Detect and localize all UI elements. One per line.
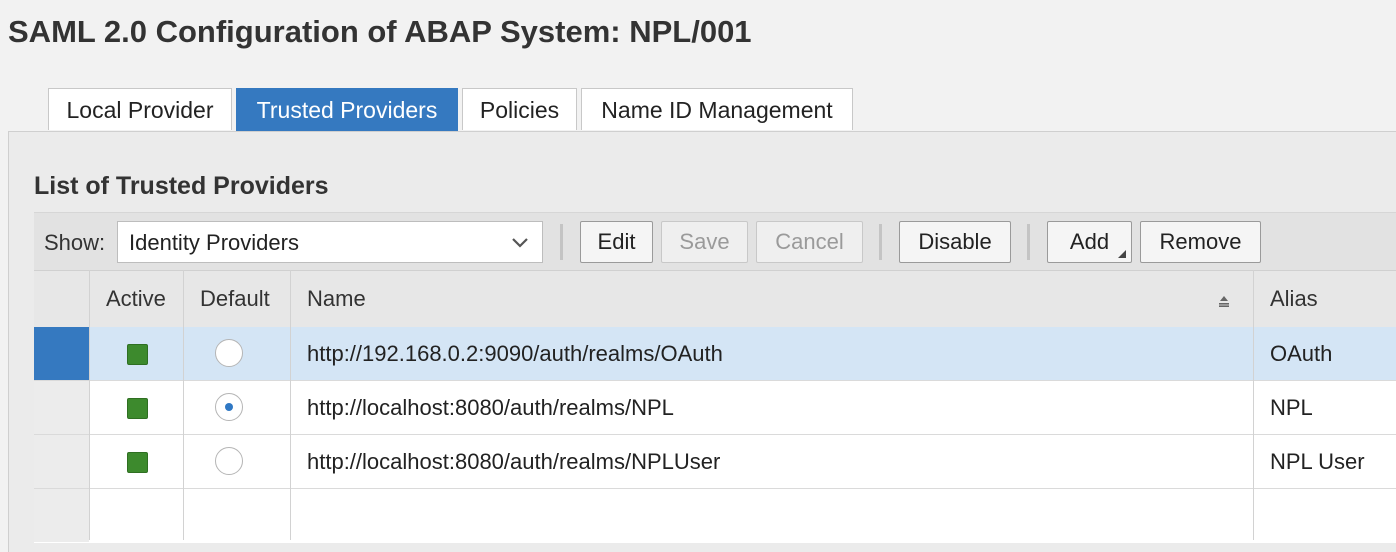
trusted-providers-table: Active Default Name Alias http://192.168…: [34, 270, 1396, 543]
column-divider: [183, 270, 184, 540]
column-divider: [290, 270, 291, 540]
column-divider: [89, 270, 90, 540]
column-header-active[interactable]: Active: [106, 286, 166, 312]
column-header-default[interactable]: Default: [200, 286, 270, 312]
sort-ascending-icon[interactable]: [1218, 295, 1230, 307]
provider-alias: NPL User: [1270, 449, 1365, 474]
tab-trusted-providers[interactable]: Trusted Providers: [236, 88, 458, 132]
toolbar-separator: [879, 224, 882, 260]
page-title: SAML 2.0 Configuration of ABAP System: N…: [8, 14, 752, 49]
tab-name-id-management[interactable]: Name ID Management: [581, 88, 853, 130]
table-row[interactable]: http://192.168.0.2:9090/auth/realms/OAut…: [34, 327, 1396, 381]
row-selector[interactable]: [34, 435, 89, 488]
cancel-button[interactable]: Cancel: [756, 221, 863, 263]
provider-name: http://localhost:8080/auth/realms/NPL: [307, 395, 674, 420]
column-header-name[interactable]: Name: [307, 286, 366, 312]
show-label: Show:: [44, 230, 106, 255]
row-selector: [34, 489, 89, 542]
column-header-alias[interactable]: Alias: [1270, 286, 1318, 312]
add-button-label: Add: [1069, 229, 1110, 254]
section-title: List of Trusted Providers: [34, 172, 329, 200]
tab-local-provider[interactable]: Local Provider: [48, 88, 232, 130]
tab-policies[interactable]: Policies: [462, 88, 577, 130]
active-status-indicator: [127, 344, 148, 365]
default-radio[interactable]: [215, 393, 243, 421]
show-select[interactable]: Identity Providers: [117, 221, 543, 263]
table-row-empty: [34, 489, 1396, 543]
default-radio[interactable]: [215, 447, 243, 475]
provider-alias: OAuth: [1270, 341, 1333, 366]
provider-name: http://localhost:8080/auth/realms/NPLUse…: [307, 449, 721, 474]
column-divider: [1253, 270, 1254, 540]
table-row[interactable]: http://localhost:8080/auth/realms/NPL NP…: [34, 381, 1396, 435]
show-select-value: Identity Providers: [129, 230, 299, 255]
chevron-down-icon: [512, 238, 528, 248]
remove-button[interactable]: Remove: [1140, 221, 1261, 263]
table-row[interactable]: http://localhost:8080/auth/realms/NPLUse…: [34, 435, 1396, 489]
save-button[interactable]: Save: [661, 221, 748, 263]
edit-button[interactable]: Edit: [580, 221, 653, 263]
default-radio[interactable]: [215, 339, 243, 367]
toolbar-separator: [1027, 224, 1030, 260]
dropdown-triangle-icon: [1118, 250, 1126, 258]
table-header: Active Default Name Alias: [34, 270, 1396, 329]
toolbar-separator: [560, 224, 563, 260]
active-status-indicator: [127, 398, 148, 419]
disable-button[interactable]: Disable: [899, 221, 1011, 263]
active-status-indicator: [127, 452, 148, 473]
add-button[interactable]: Add: [1047, 221, 1132, 263]
provider-alias: NPL: [1270, 395, 1313, 420]
row-selector[interactable]: [34, 327, 89, 380]
provider-name: http://192.168.0.2:9090/auth/realms/OAut…: [307, 341, 723, 366]
row-selector[interactable]: [34, 381, 89, 434]
